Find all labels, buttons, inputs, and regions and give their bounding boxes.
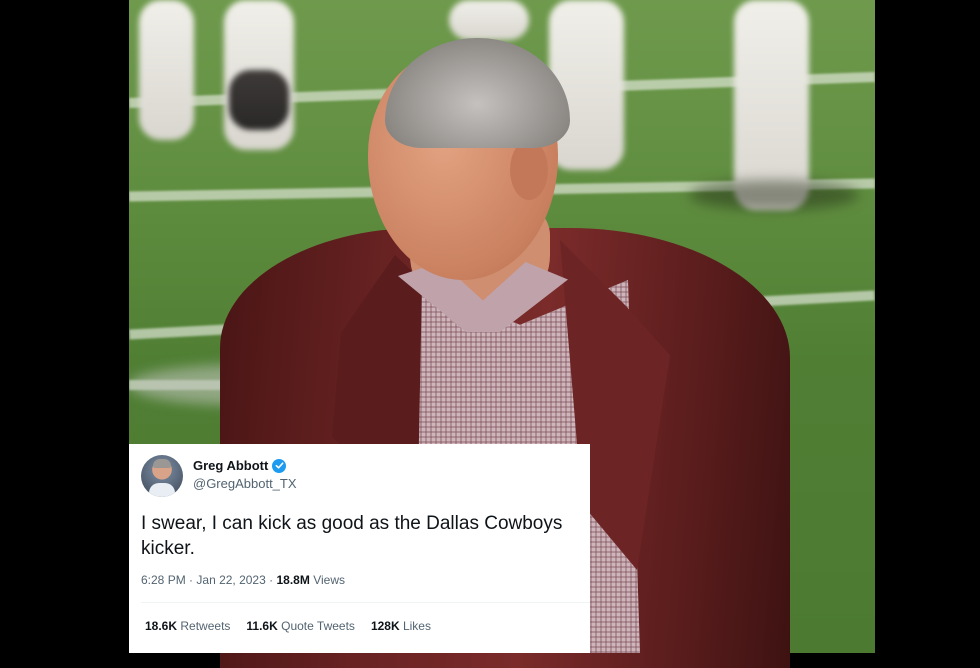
likes-label: Likes (402, 619, 431, 633)
tweet-card[interactable]: Greg Abbott @GregAbbott_TX I swear, I ca… (129, 444, 590, 653)
tweet-meta: 6:28 PM · Jan 22, 2023 · 18.8M Views (141, 573, 345, 587)
likes-stat[interactable]: 128K Likes (371, 619, 431, 633)
quote-tweets-label: Quote Tweets (281, 619, 355, 633)
views-count: 18.8M (276, 573, 310, 587)
ear (510, 140, 548, 200)
checkmark-icon (275, 462, 284, 469)
avatar-shirt (149, 483, 175, 497)
ground-shadow (689, 180, 859, 210)
author-display-name[interactable]: Greg Abbott (193, 458, 268, 473)
views-label: Views (313, 573, 345, 587)
player-figure (139, 0, 194, 140)
quote-tweets-stat[interactable]: 11.6K Quote Tweets (246, 619, 355, 633)
tweet-stats: 18.6K Retweets 11.6K Quote Tweets 128K L… (145, 619, 431, 633)
avatar[interactable] (141, 455, 183, 497)
meta-separator: · (269, 573, 274, 587)
retweets-stat[interactable]: 18.6K Retweets (145, 619, 230, 633)
author-handle[interactable]: @GregAbbott_TX (193, 476, 297, 491)
likes-count: 128K (370, 619, 400, 633)
tweet-text: I swear, I can kick as good as the Dalla… (141, 513, 563, 559)
player-figure (229, 70, 289, 130)
retweets-count: 18.6K (145, 619, 178, 633)
tweet-time[interactable]: 6:28 PM (141, 573, 186, 587)
verified-badge-icon (272, 458, 287, 473)
divider (141, 602, 590, 603)
retweets-label: Retweets (180, 619, 231, 633)
avatar-hair (153, 459, 171, 468)
author-name-row: Greg Abbott (193, 458, 287, 473)
quote-tweets-count: 11.6K (246, 619, 278, 633)
player-figure (449, 0, 529, 40)
meta-separator: · (189, 573, 194, 587)
tweet-date[interactable]: Jan 22, 2023 (196, 573, 265, 587)
player-figure (734, 0, 809, 210)
